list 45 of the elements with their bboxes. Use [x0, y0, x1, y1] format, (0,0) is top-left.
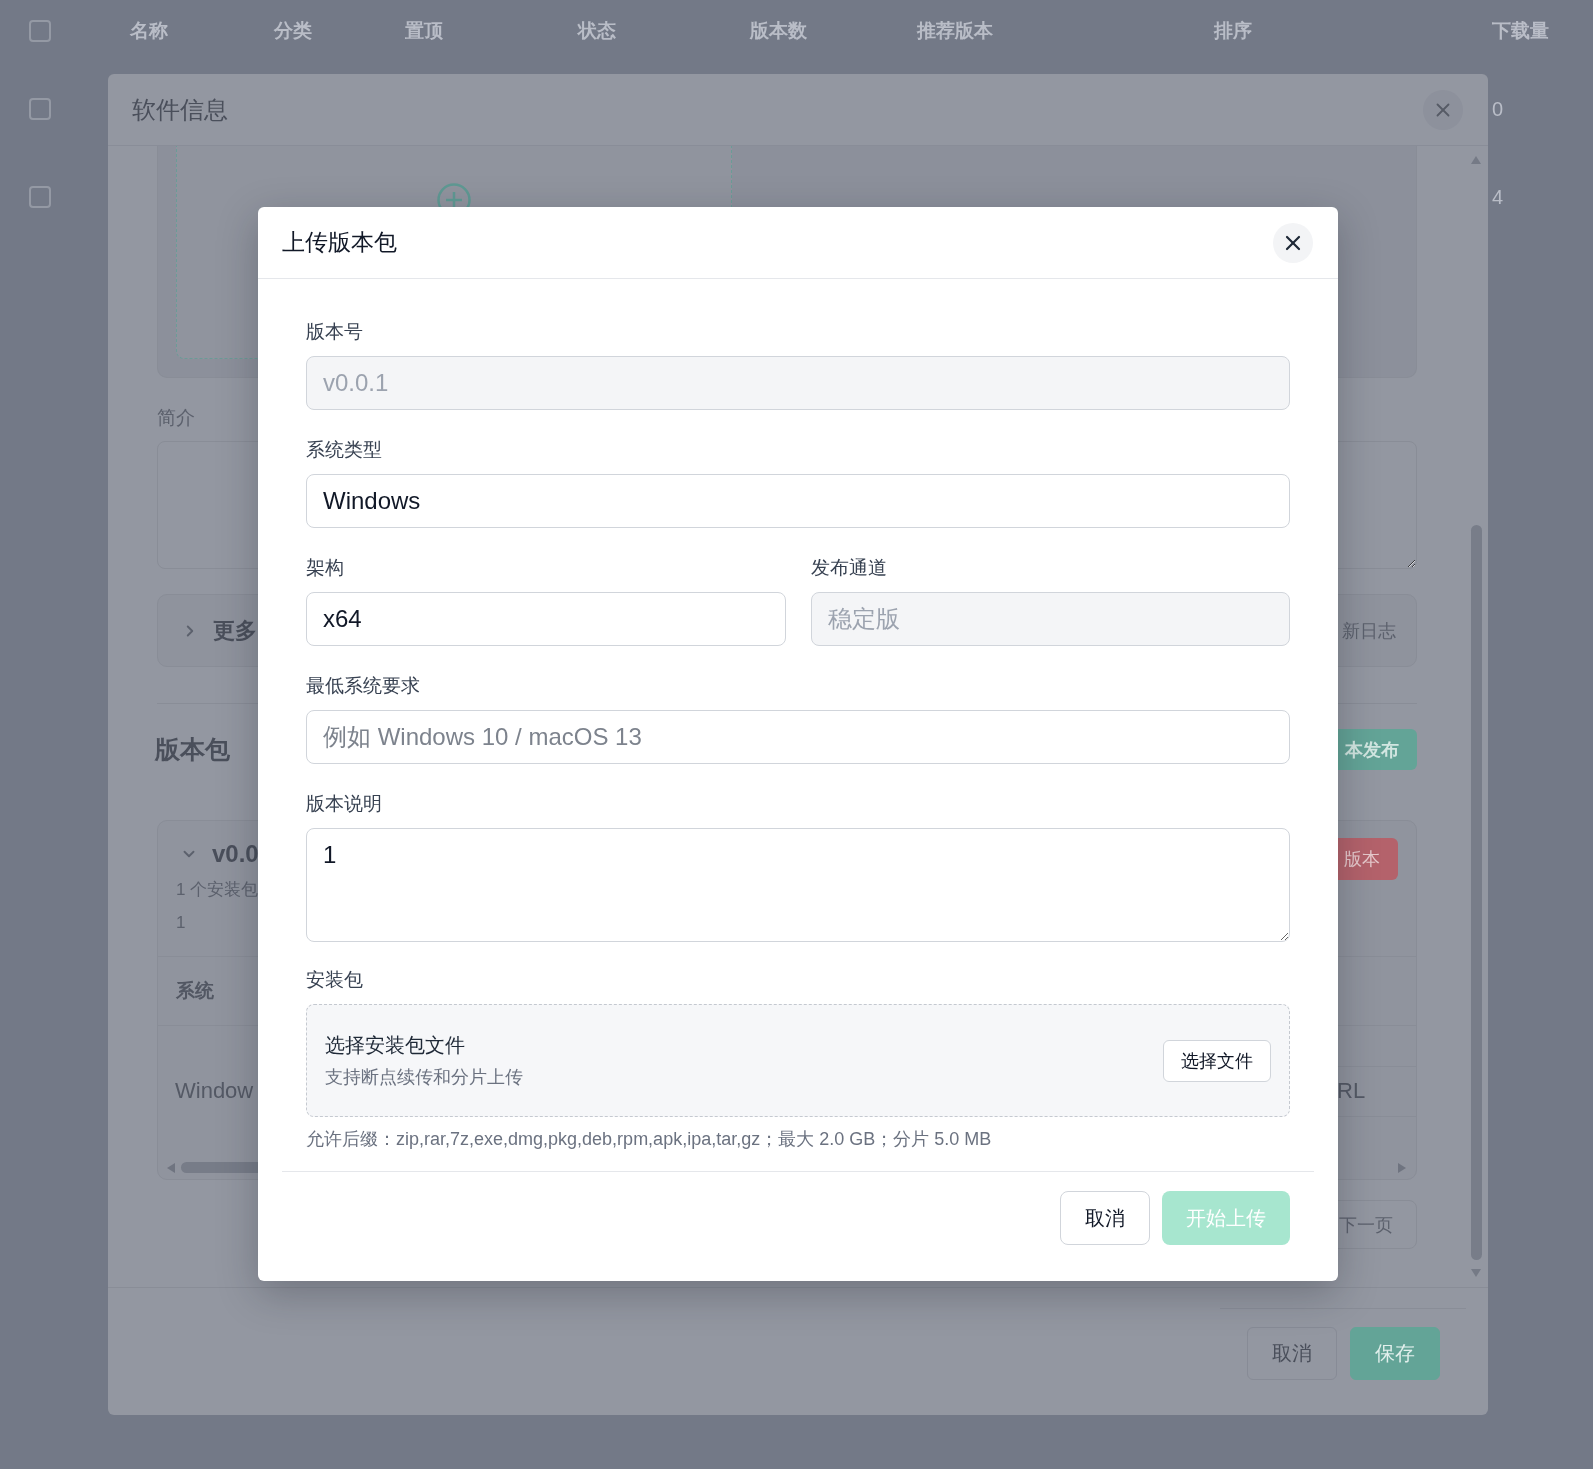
- field-label: 系统类型: [306, 438, 382, 462]
- field-label: 版本号: [306, 320, 363, 344]
- scroll-right-arrow-icon[interactable]: [1398, 1162, 1406, 1173]
- column-header: 名称: [130, 19, 168, 43]
- field-label: 安装包: [306, 968, 363, 992]
- field-label: 最低系统要求: [306, 674, 420, 698]
- input-field[interactable]: x64: [306, 592, 786, 646]
- field-label: 版本说明: [306, 792, 382, 816]
- cancel-button[interactable]: 取消: [1247, 1327, 1337, 1380]
- choose-file-button[interactable]: 选择文件: [1163, 1039, 1271, 1082]
- scroll-left-arrow-icon[interactable]: [167, 1162, 175, 1173]
- input-field[interactable]: 例如 Windows 10 / macOS 13: [306, 710, 1290, 764]
- drop-zone-subtitle: 支持断点续传和分片上传: [325, 1066, 523, 1089]
- input-field[interactable]: Windows: [306, 474, 1290, 528]
- textarea-field[interactable]: 1: [306, 828, 1290, 942]
- dialog-title: 软件信息: [132, 94, 228, 125]
- drop-zone-title: 选择安装包文件: [325, 1033, 465, 1058]
- dialog-title: 上传版本包: [282, 228, 397, 257]
- close-button[interactable]: [1273, 222, 1313, 263]
- file-drop-zone[interactable]: 选择安装包文件 支持断点续传和分片上传 选择文件: [306, 1004, 1290, 1117]
- column-header: 系统: [176, 979, 214, 1003]
- table-cell: Window: [175, 1078, 254, 1104]
- column-header: 推荐版本: [917, 19, 993, 43]
- column-header: 下载量: [1492, 19, 1549, 43]
- column-header: 版本数: [750, 19, 807, 43]
- hint-text: 允许后缀：zip,rar,7z,exe,dmg,pkg,deb,rpm,apk,ipa,tar,gz；最大 2.0 GB；分片 5.0 MB: [306, 1128, 992, 1151]
- checkbox[interactable]: [29, 20, 51, 42]
- field-label: 发布通道: [810, 556, 887, 580]
- scrollbar-thumb[interactable]: [1470, 525, 1482, 1260]
- cancel-button[interactable]: 取消: [1060, 1191, 1150, 1245]
- table-cell: 4: [1492, 185, 1504, 209]
- field-label: 架构: [306, 556, 344, 580]
- checkbox[interactable]: [29, 98, 51, 120]
- column-header: 状态: [578, 19, 616, 43]
- save-button[interactable]: 保存: [1350, 1327, 1440, 1380]
- column-header: 分类: [274, 19, 312, 43]
- checkbox[interactable]: [29, 186, 51, 208]
- section-title: 更多: [213, 616, 257, 645]
- column-header: 置顶: [405, 19, 443, 43]
- section-heading: 版本包: [155, 734, 230, 765]
- version-title: v0.0: [212, 840, 259, 868]
- scroll-up-arrow-icon[interactable]: [1471, 156, 1481, 164]
- scroll-down-arrow-icon[interactable]: [1471, 1269, 1481, 1277]
- column-header: 排序: [1214, 19, 1252, 43]
- table-cell: 0: [1492, 97, 1504, 121]
